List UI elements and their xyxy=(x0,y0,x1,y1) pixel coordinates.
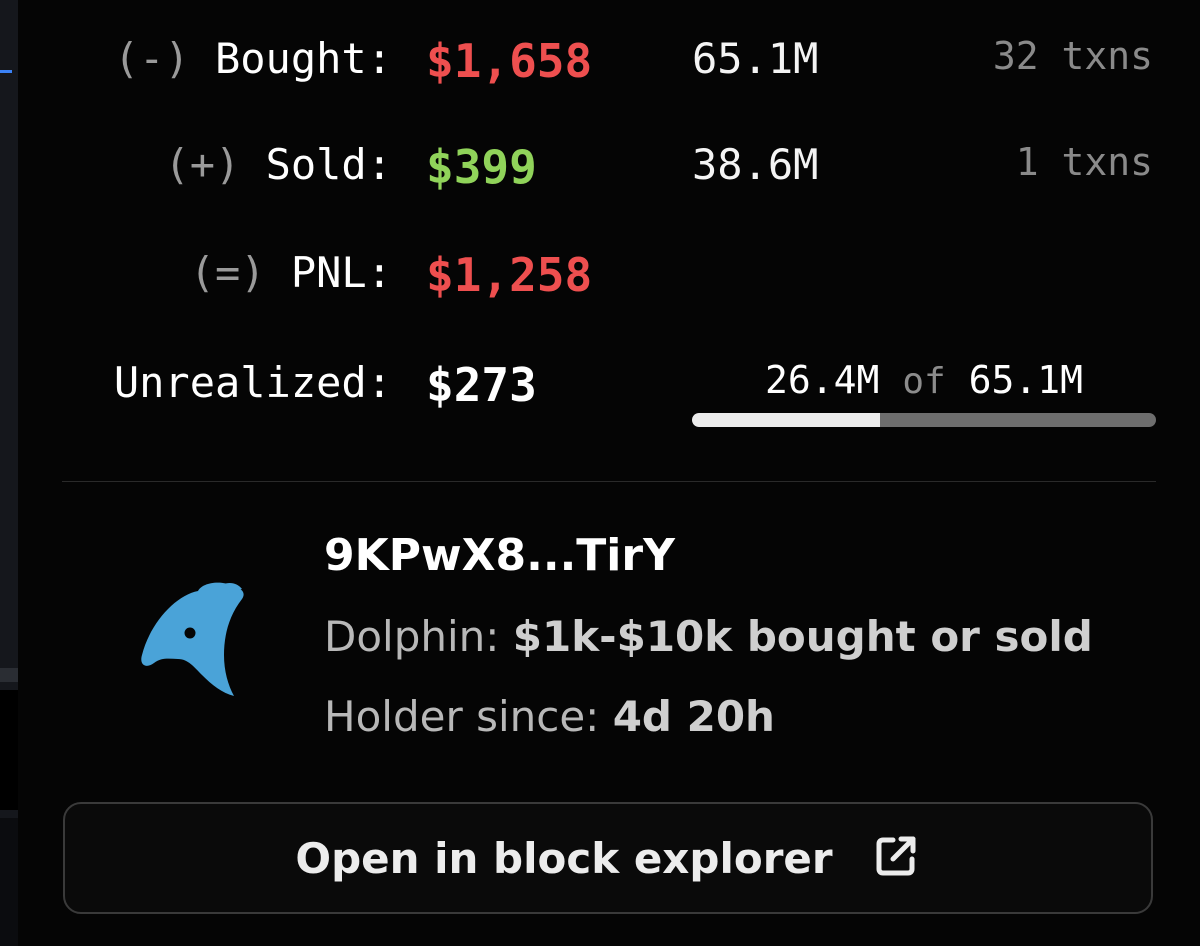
pnl-label-text: PNL: xyxy=(290,248,392,297)
open-block-explorer-button[interactable]: Open in block explorer xyxy=(63,802,1153,914)
bought-amount: 65.1M xyxy=(692,34,819,83)
holder-since-value: 4d 20h xyxy=(612,692,775,741)
holding-progress-label: 26.4M of 65.1M xyxy=(692,358,1156,402)
wallet-address[interactable]: 9KPwX8...TirY xyxy=(324,530,675,581)
holding-of: of xyxy=(902,361,946,402)
plus-sign: (+) xyxy=(164,140,241,189)
bought-value: $1,658 xyxy=(426,34,593,88)
sold-amount: 38.6M xyxy=(692,140,819,189)
sold-label: (+) Sold: xyxy=(164,140,392,189)
background-divider xyxy=(0,668,18,682)
external-link-icon xyxy=(871,831,921,885)
bought-txns: 32 txns xyxy=(992,34,1153,78)
unrealized-value: $273 xyxy=(426,358,537,412)
holder-since: Holder since: 4d 20h xyxy=(324,692,775,741)
bought-row: (-) Bought: $1,658 65.1M 32 txns xyxy=(18,34,1200,94)
section-divider xyxy=(62,481,1156,482)
pnl-value: $1,258 xyxy=(426,248,593,302)
holding-total: 65.1M xyxy=(968,358,1083,402)
background-row xyxy=(0,690,18,810)
wallet-tier: Dolphin: $1k-$10k bought or sold xyxy=(324,612,1093,661)
minus-sign: (-) xyxy=(113,34,190,83)
tier-label: Dolphin: xyxy=(324,612,500,661)
sold-value: $399 xyxy=(426,140,537,194)
background-row xyxy=(0,818,18,946)
pnl-row: (=) PNL: $1,258 xyxy=(18,248,1200,308)
sold-txns: 1 txns xyxy=(1015,140,1153,184)
holding-progress-bar xyxy=(692,413,1156,427)
active-tab-indicator xyxy=(0,70,12,73)
equals-sign: (=) xyxy=(189,248,266,297)
open-block-explorer-label: Open in block explorer xyxy=(295,833,833,883)
sold-row: (+) Sold: $399 38.6M 1 txns xyxy=(18,140,1200,200)
sold-label-text: Sold: xyxy=(265,140,392,189)
holding-progress-fill xyxy=(692,413,881,427)
background-page-edge xyxy=(0,0,18,946)
wallet-details-popover: (-) Bought: $1,658 65.1M 32 txns (+) Sol… xyxy=(18,0,1200,946)
bought-label-text: Bought: xyxy=(214,34,392,83)
bought-label: (-) Bought: xyxy=(114,34,392,83)
holding-current: 26.4M xyxy=(765,358,880,402)
unrealized-label: Unrealized: xyxy=(113,358,392,407)
pnl-label: (=) PNL: xyxy=(190,248,392,297)
tier-description: $1k-$10k bought or sold xyxy=(512,612,1093,661)
holder-since-label: Holder since: xyxy=(324,692,600,741)
